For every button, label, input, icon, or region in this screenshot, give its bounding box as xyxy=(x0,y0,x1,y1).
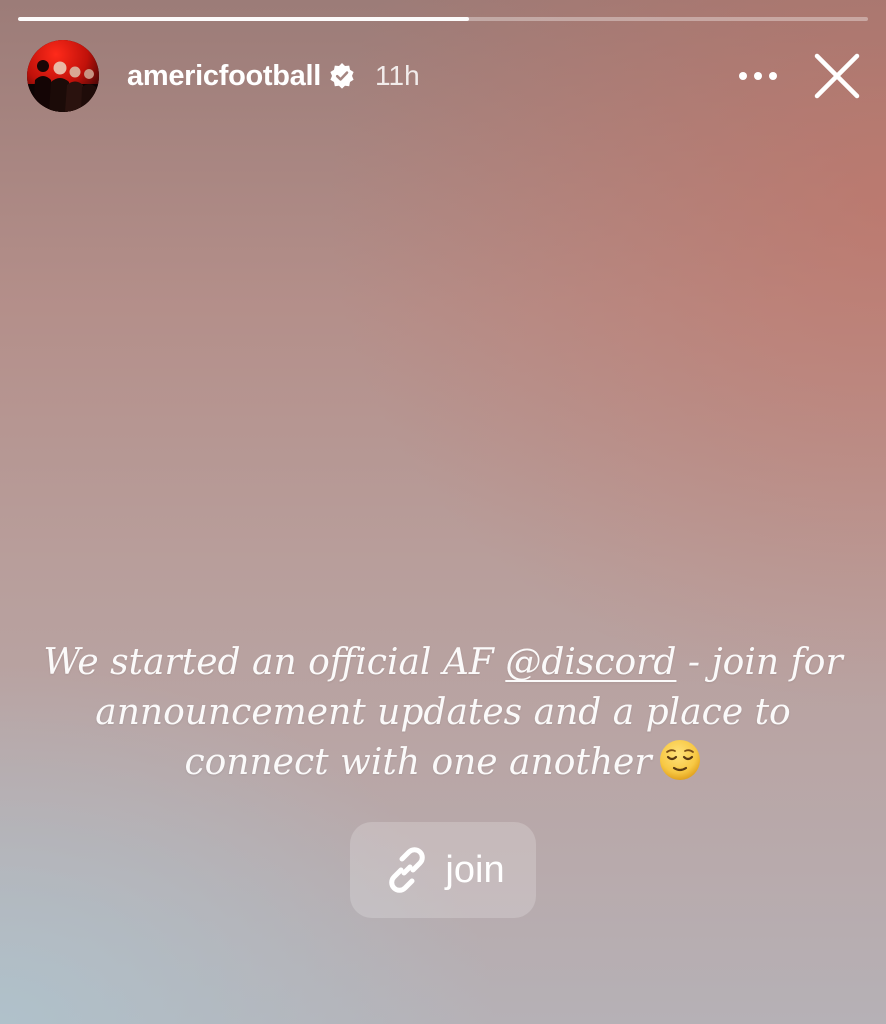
join-link-label: join xyxy=(445,848,505,891)
story-progress-fill xyxy=(18,17,469,21)
avatar[interactable] xyxy=(27,40,99,112)
close-button[interactable] xyxy=(808,47,866,105)
more-options-button[interactable] xyxy=(728,56,788,96)
story-caption: We started an official AF @discord - joi… xyxy=(40,638,846,788)
close-icon xyxy=(814,53,860,99)
caption-text-start: We started an official AF xyxy=(43,642,506,683)
join-link-sticker[interactable]: join xyxy=(350,822,536,918)
story-progress-bar xyxy=(18,17,868,21)
band-photo-avatar-icon xyxy=(27,40,99,112)
post-time: 11h xyxy=(375,60,420,91)
verified-badge-icon xyxy=(330,63,354,89)
username[interactable]: americfootball xyxy=(127,60,321,93)
discord-mention-link[interactable]: @discord xyxy=(505,642,676,683)
story-header: americfootball 11h xyxy=(27,40,866,112)
more-horizontal-icon xyxy=(739,72,777,80)
link-icon xyxy=(389,847,426,893)
relieved-face-emoji-icon xyxy=(659,740,700,780)
